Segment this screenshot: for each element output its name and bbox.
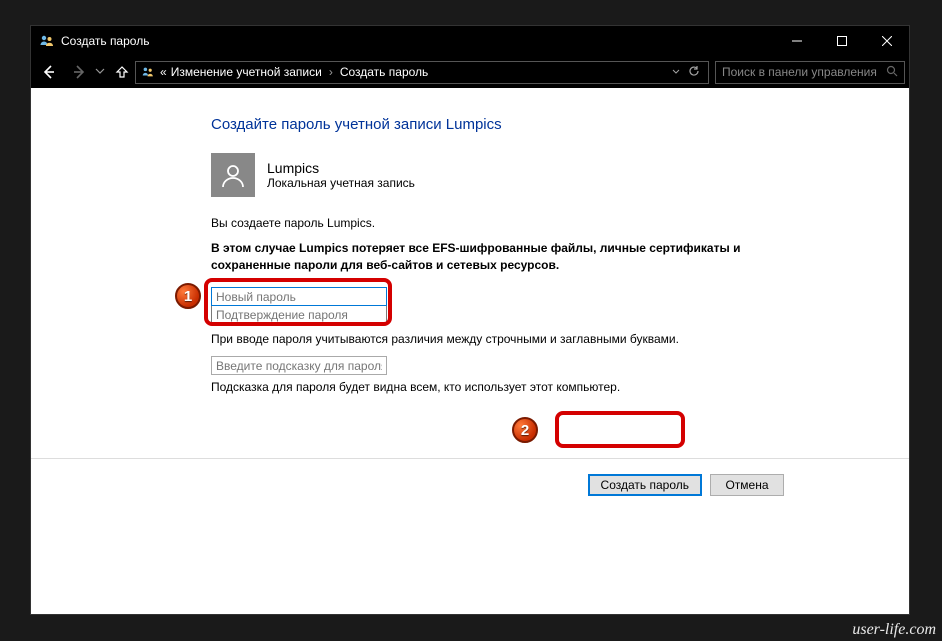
chevron-down-icon[interactable] <box>672 65 680 79</box>
user-block: Lumpics Локальная учетная запись <box>211 153 751 197</box>
close-button[interactable] <box>864 26 909 56</box>
user-type: Локальная учетная запись <box>267 176 415 190</box>
button-row: Создать пароль Отмена <box>31 458 909 510</box>
chevron-right-icon: › <box>329 65 333 79</box>
address-bar[interactable]: « Изменение учетной записи › Создать пар… <box>135 61 709 84</box>
create-password-button[interactable]: Создать пароль <box>588 474 702 496</box>
navbar: « Изменение учетной записи › Создать пар… <box>31 56 909 88</box>
password-hint-input[interactable] <box>211 356 387 375</box>
window-controls <box>774 26 909 56</box>
creating-for-text: Вы создаете пароль Lumpics. <box>211 215 751 232</box>
user-name: Lumpics <box>267 160 415 176</box>
search-placeholder: Поиск в панели управления <box>722 65 886 79</box>
user-accounts-icon <box>39 33 55 49</box>
minimize-button[interactable] <box>774 26 819 56</box>
case-note: При вводе пароля учитываются различия ме… <box>211 331 751 348</box>
recent-locations-button[interactable] <box>95 63 109 81</box>
back-button[interactable] <box>35 59 63 85</box>
window-title: Создать пароль <box>61 34 149 48</box>
search-input[interactable]: Поиск в панели управления <box>715 61 905 84</box>
titlebar: Создать пароль <box>31 26 909 56</box>
avatar <box>211 153 255 197</box>
breadcrumb-create-password[interactable]: Создать пароль <box>340 65 428 79</box>
refresh-icon[interactable] <box>688 65 700 80</box>
breadcrumb-change-account[interactable]: Изменение учетной записи <box>171 65 322 79</box>
breadcrumb-prefix: « <box>160 65 167 79</box>
page-heading: Создайте пароль учетной записи Lumpics <box>211 116 751 133</box>
search-icon <box>886 65 898 80</box>
watermark: user-life.com <box>852 621 936 639</box>
up-button[interactable] <box>111 59 133 85</box>
user-accounts-icon <box>140 64 156 80</box>
hint-note: Подсказка для пароля будет видна всем, к… <box>211 379 751 396</box>
confirm-password-input[interactable] <box>211 306 387 325</box>
cancel-button[interactable]: Отмена <box>710 474 784 496</box>
maximize-button[interactable] <box>819 26 864 56</box>
window-frame: Создать пароль <box>30 25 910 615</box>
content-area: Создайте пароль учетной записи Lumpics L… <box>31 88 909 614</box>
password-fields <box>211 287 751 325</box>
warning-text: В этом случае Lumpics потеряет все EFS-ш… <box>211 240 751 274</box>
forward-button[interactable] <box>65 59 93 85</box>
new-password-input[interactable] <box>211 287 387 306</box>
